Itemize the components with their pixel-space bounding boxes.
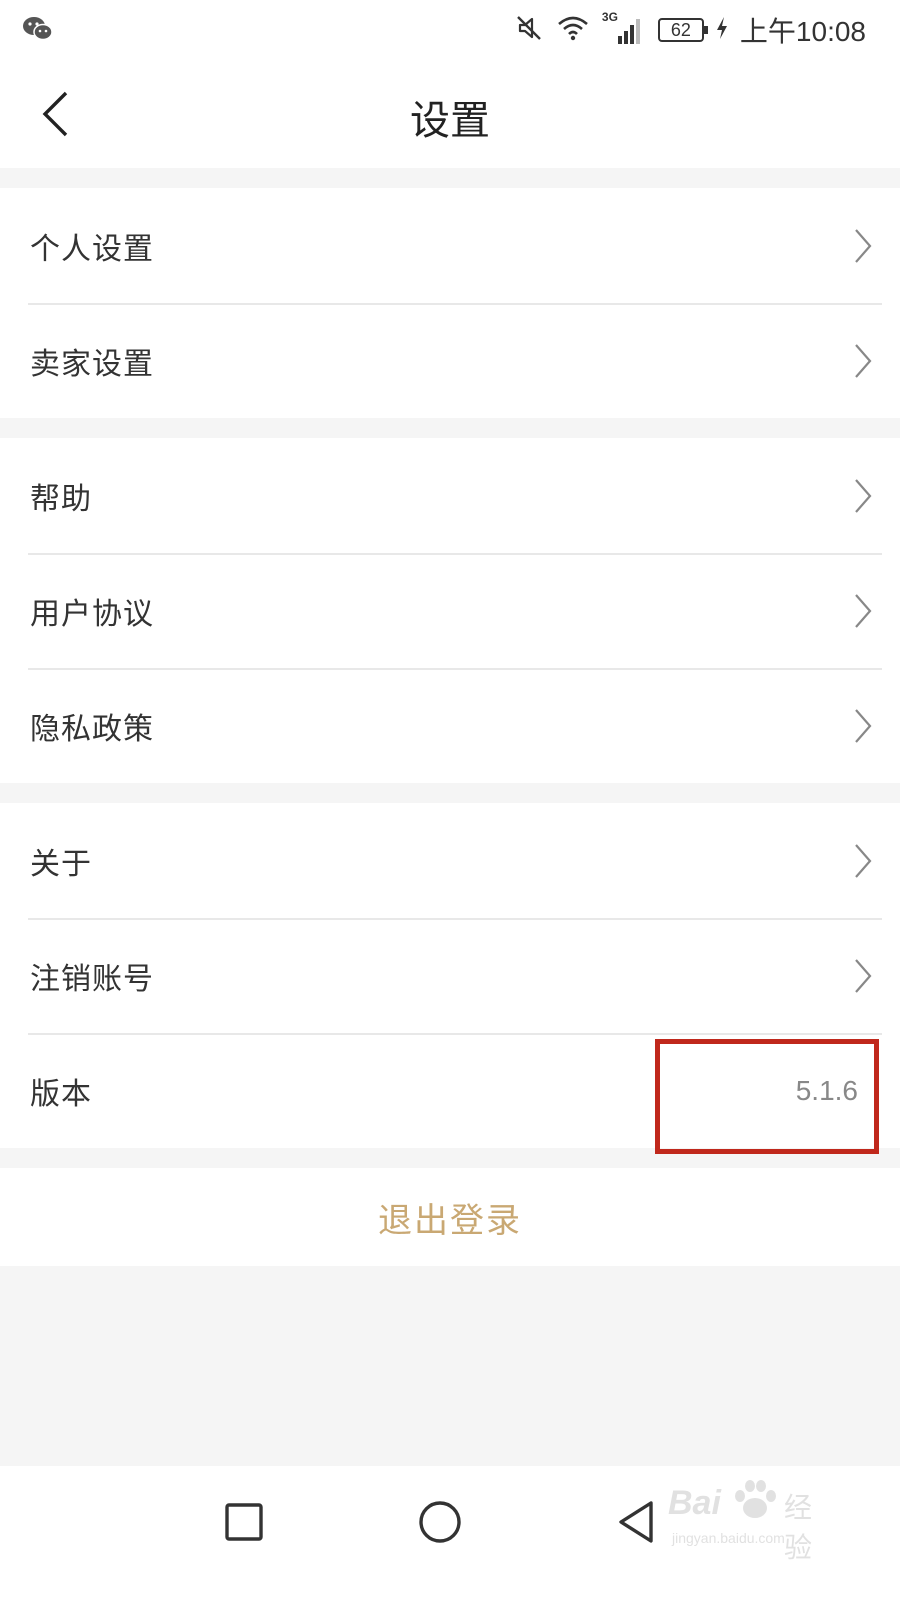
- battery-icon: 62: [657, 18, 708, 42]
- wifi-icon: [556, 13, 590, 47]
- logout-label: 退出登录: [378, 1200, 522, 1241]
- chevron-right-icon: [850, 226, 876, 266]
- row-help[interactable]: 帮助: [0, 438, 900, 553]
- page-title: 设置: [410, 98, 490, 144]
- version-highlight-box: [655, 1039, 879, 1154]
- status-bar: 3G 62 上午10:08: [0, 0, 900, 62]
- row-privacy-policy[interactable]: 隐私政策: [0, 668, 900, 783]
- row-label: 关于: [30, 846, 92, 882]
- row-about[interactable]: 关于: [0, 803, 900, 918]
- row-label: 版本: [30, 1076, 92, 1112]
- paw-icon: [730, 1478, 780, 1526]
- back-triangle-icon[interactable]: [606, 1492, 666, 1552]
- row-label: 隐私政策: [30, 711, 154, 747]
- settings-group-account: 个人设置 卖家设置: [0, 188, 900, 418]
- chevron-right-icon: [850, 591, 876, 631]
- row-label: 帮助: [30, 481, 92, 517]
- row-label: 个人设置: [30, 231, 154, 267]
- chevron-right-icon: [850, 956, 876, 996]
- wechat-icon: [22, 14, 54, 48]
- recents-square-icon[interactable]: [214, 1492, 274, 1552]
- logout-button[interactable]: 退出登录: [0, 1168, 900, 1266]
- row-label: 用户协议: [30, 596, 154, 632]
- watermark-url: jingyan.baidu.com: [672, 1530, 785, 1546]
- row-seller-settings[interactable]: 卖家设置: [0, 303, 900, 418]
- status-time: 上午10:08: [739, 16, 866, 47]
- watermark-brand: Bai: [668, 1484, 721, 1522]
- signal-icon: 3G: [602, 10, 646, 46]
- settings-group-info: 帮助 用户协议 隐私政策: [0, 438, 900, 783]
- nav-header: 设置: [0, 62, 900, 168]
- row-personal-settings[interactable]: 个人设置: [0, 188, 900, 303]
- chevron-right-icon: [850, 706, 876, 746]
- battery-level: 62: [670, 19, 691, 40]
- chevron-right-icon: [850, 841, 876, 881]
- watermark-suffix: 经验: [784, 1491, 813, 1564]
- baidu-watermark: Bai 经验 jingyan.baidu.com: [668, 1476, 838, 1564]
- chevron-right-icon: [850, 476, 876, 516]
- mute-icon: [514, 13, 544, 47]
- row-delete-account[interactable]: 注销账号: [0, 918, 900, 1033]
- charging-icon: [716, 16, 728, 44]
- row-label: 卖家设置: [30, 346, 154, 382]
- chevron-right-icon: [850, 341, 876, 381]
- home-circle-icon[interactable]: [410, 1492, 470, 1552]
- row-label: 注销账号: [30, 961, 154, 997]
- row-user-agreement[interactable]: 用户协议: [0, 553, 900, 668]
